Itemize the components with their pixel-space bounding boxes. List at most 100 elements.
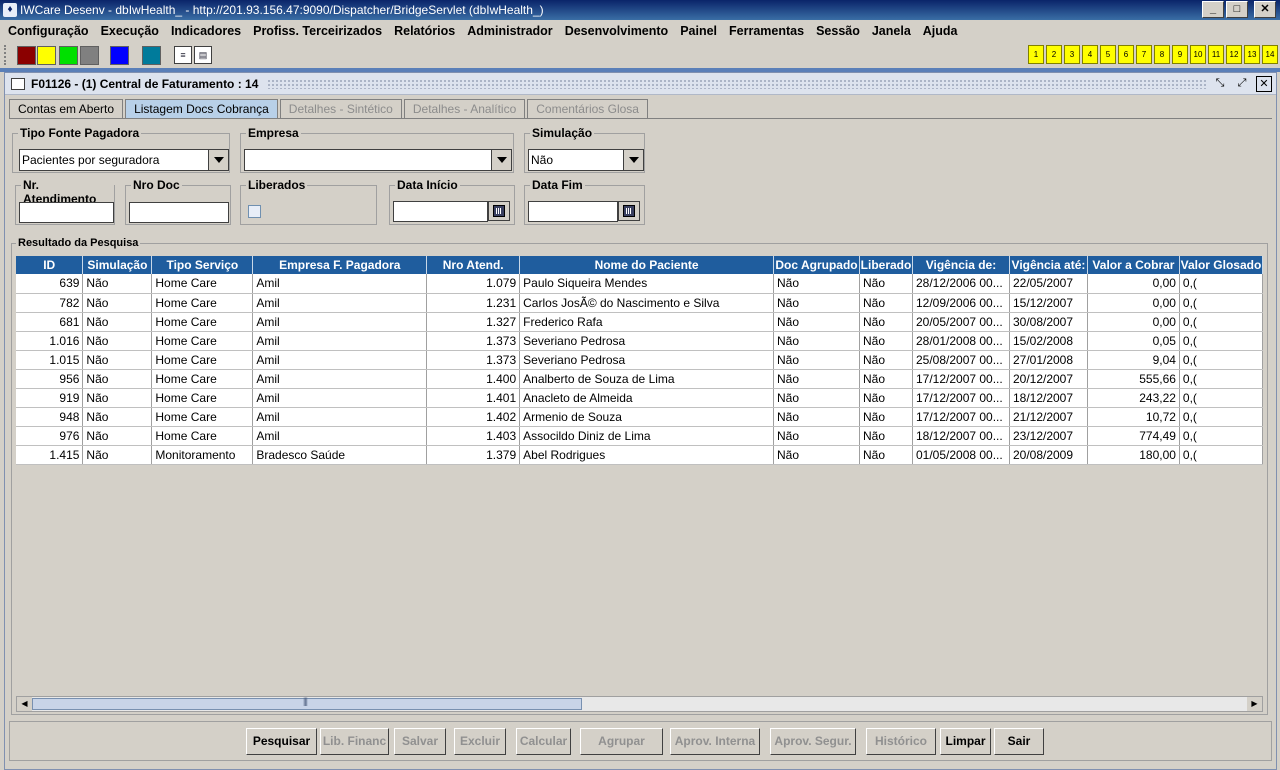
shortcut-button-12[interactable]: 12	[1226, 45, 1242, 64]
table-row[interactable]: 1.015 Não Home Care Amil 1.373 Severiano Pedr…	[16, 350, 1263, 370]
chevron-down-icon[interactable]	[208, 150, 228, 170]
results-horizontal-scrollbar[interactable]: ◀ ▶	[16, 696, 1263, 712]
shortcut-button-5[interactable]: 5	[1100, 45, 1116, 64]
shortcut-button-13[interactable]: 13	[1244, 45, 1260, 64]
nr-atendimento-input[interactable]	[19, 202, 114, 223]
close-window-button[interactable]: ✕	[1254, 1, 1276, 18]
scroll-right-icon[interactable]: ▶	[1247, 697, 1262, 711]
maximize-window-button[interactable]: □	[1226, 1, 1248, 18]
column-header-empresa-f-pagadora[interactable]: Empresa F. Pagadora	[252, 256, 428, 274]
table-row[interactable]: 956 Não Home Care Amil 1.400 Analberto de Sou…	[16, 369, 1263, 389]
table-row[interactable]: 1.016 Não Home Care Amil 1.373 Severiano Pedr…	[16, 331, 1263, 351]
shortcut-button-14[interactable]: 14	[1262, 45, 1278, 64]
aprov-segur-button[interactable]: Aprov. Segur.	[770, 728, 856, 755]
menu-janela[interactable]: Janela	[866, 24, 917, 38]
shortcut-button-6[interactable]: 6	[1118, 45, 1134, 64]
nro-doc-input[interactable]	[129, 202, 229, 223]
minimize-window-button[interactable]: _	[1202, 1, 1224, 18]
shortcut-button-1[interactable]: 1	[1028, 45, 1044, 64]
empresa-select[interactable]	[244, 149, 512, 171]
shortcut-button-7[interactable]: 7	[1136, 45, 1152, 64]
tab-contas-em-aberto[interactable]: Contas em Aberto	[9, 99, 124, 119]
color-swatch-button[interactable]	[17, 46, 36, 65]
column-header-tipo-servico[interactable]: Tipo Serviço	[151, 256, 254, 274]
table-row[interactable]: 681 Não Home Care Amil 1.327 Frederico Rafa Nã…	[16, 312, 1263, 332]
shortcut-button-8[interactable]: 8	[1154, 45, 1170, 64]
frame-close-icon[interactable]: ✕	[1256, 76, 1272, 92]
data-fim-input[interactable]	[528, 201, 618, 222]
chevron-down-icon[interactable]	[491, 150, 511, 170]
historico-button[interactable]: Histórico	[866, 728, 936, 755]
menu-ajuda[interactable]: Ajuda	[917, 24, 964, 38]
limpar-button[interactable]: Limpar	[940, 728, 991, 755]
menu-indicadores[interactable]: Indicadores	[165, 24, 247, 38]
column-header-simulacao[interactable]: Simulação	[82, 256, 153, 274]
column-header-vigencia-ate[interactable]: Vigência até:	[1009, 256, 1088, 274]
color-swatch-button[interactable]	[59, 46, 78, 65]
shortcut-button-3[interactable]: 3	[1064, 45, 1080, 64]
table-row[interactable]: 976 Não Home Care Amil 1.403 Associldo Diniz …	[16, 426, 1263, 446]
data-inicio-calendar-button[interactable]	[488, 201, 510, 221]
salvar-button[interactable]: Salvar	[394, 728, 446, 755]
color-swatch-button[interactable]	[80, 46, 99, 65]
data-fim-calendar-button[interactable]	[618, 201, 640, 221]
menu-execucao[interactable]: Execução	[95, 24, 165, 38]
liberados-checkbox[interactable]	[248, 205, 261, 218]
menu-relatorios[interactable]: Relatórios	[388, 24, 461, 38]
table-row[interactable]: 948 Não Home Care Amil 1.402 Armenio de Souza…	[16, 407, 1263, 427]
chevron-down-icon[interactable]	[623, 150, 643, 170]
color-swatch-button[interactable]	[142, 46, 161, 65]
table-row[interactable]: 919 Não Home Care Amil 1.401 Anacleto de Alme…	[16, 388, 1263, 408]
shortcut-button-2[interactable]: 2	[1046, 45, 1062, 64]
tab-listagem-docs-cobranca[interactable]: Listagem Docs Cobrança	[125, 99, 278, 119]
shortcut-button-10[interactable]: 10	[1190, 45, 1206, 64]
frame-minimize-icon[interactable]: ⤡	[1212, 76, 1228, 92]
table-row[interactable]: 1.415 Não Monitoramento Bradesco Saúde 1.379…	[16, 445, 1263, 465]
table-row[interactable]: 639 Não Home Care Amil 1.079 Paulo Siqueira M…	[16, 274, 1263, 294]
calcular-button[interactable]: Calcular	[516, 728, 571, 755]
column-header-valor-glosado[interactable]: Valor Glosado	[1179, 256, 1263, 274]
agrupar-button[interactable]: Agrupar	[580, 728, 663, 755]
column-header-nro-atend[interactable]: Nro Atend.	[426, 256, 521, 274]
results-label: Resultado da Pesquisa	[16, 237, 141, 249]
frame-title-bar[interactable]: F01126 - (1) Central de Faturamento : 14…	[5, 73, 1276, 95]
shortcut-button-4[interactable]: 4	[1082, 45, 1098, 64]
data-inicio-input[interactable]	[393, 201, 488, 222]
column-header-vigencia-de[interactable]: Vigência de:	[912, 256, 1010, 274]
lib-financ-button[interactable]: Lib. Financ	[320, 728, 389, 755]
menu-ferramentas[interactable]: Ferramentas	[723, 24, 810, 38]
color-swatch-button[interactable]	[110, 46, 129, 65]
tab-detalhes-analitico[interactable]: Detalhes - Analítico	[403, 99, 526, 119]
sair-button[interactable]: Sair	[994, 728, 1044, 755]
scroll-left-icon[interactable]: ◀	[17, 697, 32, 711]
cell-liberado: Não	[859, 274, 913, 294]
simulacao-select[interactable]: Não	[528, 149, 644, 171]
scrollbar-thumb[interactable]	[32, 696, 582, 710]
tab-comentarios-glosa[interactable]: Comentários Glosa	[527, 99, 648, 119]
menu-sessao[interactable]: Sessão	[810, 24, 866, 38]
column-header-valor-a-cobrar[interactable]: Valor a Cobrar	[1087, 256, 1180, 274]
tab-detalhes-sintetico[interactable]: Detalhes - Sintético	[279, 99, 402, 119]
frame-maximize-icon[interactable]: ⤢	[1234, 76, 1250, 92]
column-header-id[interactable]: ID	[16, 256, 84, 274]
tipo-fonte-select[interactable]: Pacientes por seguradora	[19, 149, 229, 171]
column-header-liberado[interactable]: Liberado	[859, 256, 913, 274]
table-row[interactable]: 782 Não Home Care Amil 1.231 Carlos JosÃ© do …	[16, 293, 1263, 313]
shortcut-button-9[interactable]: 9	[1172, 45, 1188, 64]
menu-configuracao[interactable]: Configuração	[2, 24, 95, 38]
menu-painel[interactable]: Painel	[674, 24, 723, 38]
shortcut-button-11[interactable]: 11	[1208, 45, 1224, 64]
aprov-interna-button[interactable]: Aprov. Interna	[670, 728, 760, 755]
toolbar-grip[interactable]	[4, 45, 10, 65]
window-list-icon[interactable]: ▤	[194, 46, 212, 64]
cell-vigencia-de: 18/12/2007 00...	[912, 426, 1010, 446]
pesquisar-button[interactable]: Pesquisar	[246, 728, 317, 755]
menu-administrador[interactable]: Administrador	[461, 24, 558, 38]
tree-view-icon[interactable]: ≡	[174, 46, 192, 64]
menu-profiss-terceirizados[interactable]: Profiss. Terceirizados	[247, 24, 388, 38]
column-header-nome-do-paciente[interactable]: Nome do Paciente	[519, 256, 775, 274]
color-swatch-button[interactable]	[37, 46, 56, 65]
excluir-button[interactable]: Excluir	[454, 728, 506, 755]
menu-desenvolvimento[interactable]: Desenvolvimento	[559, 24, 675, 38]
column-header-doc-agrupado[interactable]: Doc Agrupado	[773, 256, 860, 274]
